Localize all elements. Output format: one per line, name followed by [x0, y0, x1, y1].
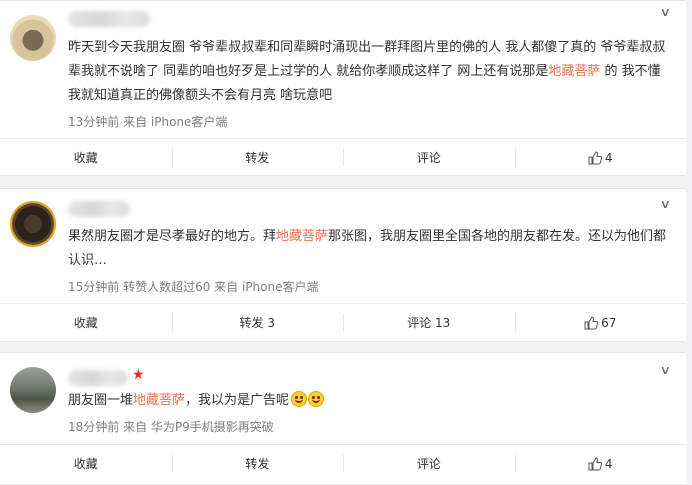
- action-bar: 收藏 转发 3 评论 13 67: [0, 303, 686, 341]
- chevron-down-icon[interactable]: ∨: [660, 197, 671, 211]
- collect-button[interactable]: 收藏: [0, 304, 172, 341]
- chevron-down-icon[interactable]: ∨: [660, 5, 671, 19]
- like-button[interactable]: 67: [514, 304, 687, 341]
- username[interactable]: [68, 11, 150, 27]
- collect-button[interactable]: 收藏: [0, 445, 172, 482]
- comment-meta: 13分钟前 来自 iPhone客户端: [68, 115, 228, 129]
- star-icon: ★: [132, 367, 145, 383]
- thumbs-up-icon: [588, 456, 602, 470]
- repost-button[interactable]: 转发: [171, 445, 344, 482]
- laughing-emoji-icon: [308, 391, 325, 407]
- laughing-emoji-icon: [291, 391, 308, 407]
- comment-button[interactable]: 评论 13: [343, 304, 515, 341]
- comment-button[interactable]: 评论: [343, 445, 515, 482]
- topic-link[interactable]: 地藏菩萨: [548, 64, 600, 79]
- chevron-down-icon[interactable]: ∨: [660, 363, 671, 377]
- comment-meta: 18分钟前 来自 华为P9手机摄影再突破: [68, 420, 274, 434]
- comment-text: 昨天到今天我朋友圈 爷爷辈叔叔辈和同辈瞬时涌现出一群拜图片里的佛的人 我人都傻了…: [68, 40, 666, 103]
- comment-card: ★ ∨ 朋友圈一堆地藏菩萨，我以为是广告呢 18分钟前 来自 华为P9手机摄影再…: [0, 352, 686, 485]
- thumbs-up-icon: [584, 315, 599, 329]
- comment-text: 朋友圈一堆地藏菩萨，我以为是广告呢: [68, 389, 672, 413]
- like-button[interactable]: 4: [514, 139, 687, 176]
- collect-button[interactable]: 收藏: [0, 139, 172, 176]
- avatar[interactable]: [10, 367, 56, 413]
- comment-meta: 15分钟前 转赞人数超过60 来自 iPhone客户端: [68, 280, 319, 294]
- topic-link[interactable]: 地藏菩萨: [276, 229, 328, 244]
- username[interactable]: [68, 370, 128, 386]
- repost-button[interactable]: 转发 3: [171, 304, 344, 341]
- thumbs-up-icon: [588, 150, 602, 164]
- action-bar: 收藏 转发 评论 4: [0, 138, 686, 176]
- repost-button[interactable]: 转发: [171, 139, 344, 176]
- comment-card: ∨ 果然朋友圈才是尽孝最好的地方。拜地藏菩萨那张图，我朋友圈里全国各地的朋友都在…: [0, 188, 686, 342]
- username[interactable]: [68, 201, 130, 217]
- like-button[interactable]: 4: [514, 445, 687, 482]
- comment-card: ∨ 昨天到今天我朋友圈 爷爷辈叔叔辈和同辈瞬时涌现出一群拜图片里的佛的人 我人都…: [0, 0, 686, 176]
- action-bar: 收藏 转发 评论 4: [0, 444, 686, 482]
- comment-text: 果然朋友圈才是尽孝最好的地方。拜地藏菩萨那张图，我朋友圈里全国各地的朋友都在发。…: [68, 229, 667, 268]
- avatar[interactable]: [10, 201, 56, 247]
- topic-link[interactable]: 地藏菩萨: [133, 393, 185, 408]
- avatar[interactable]: [10, 15, 56, 61]
- comment-button[interactable]: 评论: [343, 139, 515, 176]
